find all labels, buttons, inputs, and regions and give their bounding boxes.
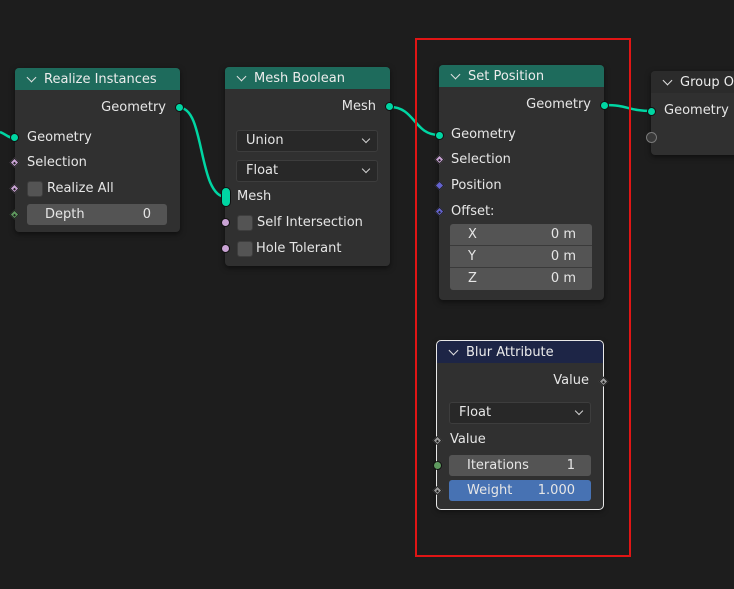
self-intersection-socket[interactable] [221, 218, 230, 227]
realize-instances-node[interactable]: Realize Instances Geometry Geometry Sele… [9, 68, 184, 232]
selection-socket[interactable] [434, 154, 445, 165]
input-geometry-label: Geometry [451, 127, 516, 142]
realize-all-checkbox[interactable] [27, 181, 43, 197]
offset-x-field[interactable]: X 0 m [450, 224, 592, 246]
input-geometry-label: Geometry [664, 103, 729, 118]
output-geometry-label: Geometry [526, 97, 591, 112]
chevron-down-icon[interactable] [236, 71, 247, 82]
realize-all-socket[interactable] [9, 183, 20, 194]
input-geometry-socket[interactable] [10, 133, 19, 142]
set-position-node[interactable]: Set Position Geometry Geometry Selection… [434, 65, 609, 300]
depth-value: 0 [142, 207, 151, 222]
offset-z-label: Z [468, 271, 477, 286]
weight-value: 1.000 [537, 483, 575, 498]
input-mesh-socket[interactable] [221, 187, 231, 207]
offset-socket[interactable] [434, 206, 445, 217]
offset-x-value: 0 m [550, 227, 576, 242]
weight-field[interactable]: Weight 1.000 [449, 480, 591, 501]
hole-tolerant-label: Hole Tolerant [256, 241, 342, 256]
output-geometry-label: Geometry [101, 100, 166, 115]
depth-label: Depth [45, 207, 85, 222]
selection-socket[interactable] [9, 157, 20, 168]
output-mesh-socket[interactable] [385, 102, 394, 111]
solver-value: Float [246, 163, 279, 178]
depth-field[interactable]: Depth 0 [27, 204, 167, 225]
self-intersection-label: Self Intersection [257, 215, 363, 230]
offset-z-field[interactable]: Z 0 m [450, 268, 592, 290]
weight-label: Weight [467, 483, 513, 498]
realize-instances-header[interactable]: Realize Instances [15, 68, 180, 90]
blur-attribute-node[interactable]: Blur Attribute Value Float Value Iterati… [432, 340, 609, 510]
output-value-label: Value [553, 373, 589, 388]
input-value-label: Value [450, 432, 486, 447]
realize-all-label: Realize All [47, 181, 114, 196]
iterations-socket[interactable] [433, 461, 442, 470]
node-title: Group O [680, 74, 734, 90]
group-output-node[interactable]: Group O Geometry [646, 71, 734, 155]
set-position-header[interactable]: Set Position [439, 65, 604, 87]
node-title: Mesh Boolean [254, 70, 345, 86]
chevron-down-icon[interactable] [448, 345, 459, 356]
offset-x-label: X [468, 227, 477, 242]
solver-dropdown[interactable]: Float [236, 160, 378, 182]
offset-y-value: 0 m [550, 249, 576, 264]
offset-z-value: 0 m [550, 271, 576, 286]
self-intersection-checkbox[interactable] [237, 215, 253, 231]
selection-label: Selection [27, 155, 87, 170]
node-title: Realize Instances [44, 71, 157, 87]
chevron-down-icon [361, 134, 371, 144]
offset-vector-field[interactable]: X 0 m Y 0 m Z 0 m [450, 224, 592, 290]
output-value-socket[interactable] [598, 376, 609, 387]
chevron-down-icon [361, 164, 371, 174]
operation-dropdown[interactable]: Union [236, 130, 378, 152]
chevron-down-icon [574, 406, 584, 416]
input-geometry-socket[interactable] [435, 131, 444, 140]
output-geometry-socket[interactable] [600, 101, 609, 110]
input-geometry-socket[interactable] [647, 107, 656, 116]
selection-label: Selection [451, 152, 511, 167]
link-realize-to-boolean [179, 106, 227, 199]
group-output-header[interactable]: Group O [651, 71, 734, 93]
depth-socket[interactable] [9, 209, 20, 220]
blur-attribute-header[interactable]: Blur Attribute [437, 341, 603, 363]
mesh-boolean-node[interactable]: Mesh Boolean Mesh Union Float Mesh Self … [221, 67, 394, 266]
hole-tolerant-socket[interactable] [221, 244, 230, 253]
node-title: Set Position [468, 68, 545, 84]
weight-socket[interactable] [432, 485, 443, 496]
data-type-dropdown[interactable]: Float [449, 402, 591, 424]
output-geometry-socket[interactable] [175, 103, 184, 112]
input-value-socket[interactable] [432, 435, 443, 446]
iterations-label: Iterations [467, 458, 529, 473]
position-label: Position [451, 178, 502, 193]
node-title: Blur Attribute [466, 344, 554, 360]
position-socket[interactable] [434, 180, 445, 191]
chevron-down-icon[interactable] [26, 72, 37, 83]
offset-y-label: Y [468, 249, 476, 264]
hole-tolerant-checkbox[interactable] [237, 241, 253, 257]
mesh-boolean-header[interactable]: Mesh Boolean [225, 67, 390, 89]
input-geometry-label: Geometry [27, 130, 92, 145]
iterations-field[interactable]: Iterations 1 [449, 455, 591, 476]
link-setpos-to-output [604, 103, 653, 113]
link-boolean-to-setpos [389, 105, 440, 137]
offset-y-field[interactable]: Y 0 m [450, 246, 592, 268]
data-type-value: Float [459, 405, 492, 420]
iterations-value: 1 [566, 458, 575, 473]
chevron-down-icon[interactable] [662, 75, 673, 86]
empty-input-socket[interactable] [646, 132, 657, 143]
offset-label: Offset: [451, 204, 495, 219]
chevron-down-icon[interactable] [450, 69, 461, 80]
output-mesh-label: Mesh [341, 99, 376, 114]
input-mesh-label: Mesh [237, 189, 272, 204]
operation-value: Union [246, 133, 284, 148]
